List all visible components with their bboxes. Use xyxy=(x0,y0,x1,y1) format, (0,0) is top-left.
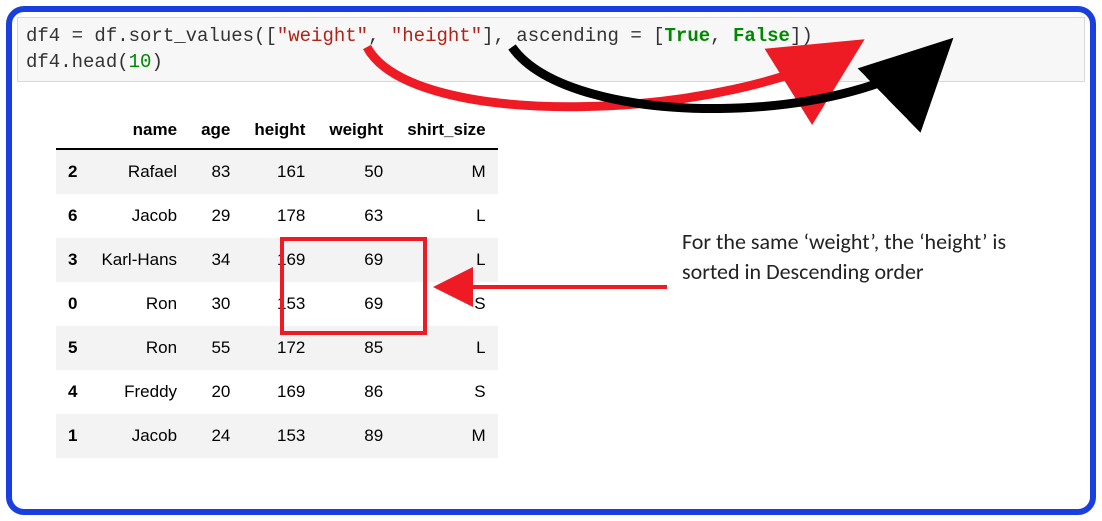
cell: 153 xyxy=(242,414,317,458)
cell: 169 xyxy=(242,370,317,414)
code-text: df4 = df.sort_values([ xyxy=(26,25,277,47)
cell: 85 xyxy=(317,326,395,370)
table-row: 0 Ron 30 153 69 S xyxy=(56,282,498,326)
code-string-height: "height" xyxy=(391,25,482,47)
code-text: ]) xyxy=(790,25,813,47)
col-header: age xyxy=(189,112,242,149)
cell: 83 xyxy=(189,149,242,194)
cell: 29 xyxy=(189,194,242,238)
code-line1: df4 = df.sort_values(["weight", "height"… xyxy=(26,25,813,47)
code-text: df4.head( xyxy=(26,51,129,73)
cell: Ron xyxy=(89,326,189,370)
table-row: 6 Jacob 29 178 63 L xyxy=(56,194,498,238)
table-row: 1 Jacob 24 153 89 M xyxy=(56,414,498,458)
cell: 161 xyxy=(242,149,317,194)
table-row: 4 Freddy 20 169 86 S xyxy=(56,370,498,414)
code-text: ) xyxy=(151,51,162,73)
cell: 63 xyxy=(317,194,395,238)
table-row: 5 Ron 55 172 85 L xyxy=(56,326,498,370)
cell: Ron xyxy=(89,282,189,326)
cell: 86 xyxy=(317,370,395,414)
cell: 50 xyxy=(317,149,395,194)
code-text: , xyxy=(710,25,733,47)
cell: 34 xyxy=(189,238,242,282)
row-index: 1 xyxy=(56,414,89,458)
code-text: , xyxy=(368,25,391,47)
cell: 69 xyxy=(317,282,395,326)
code-text: ], ascending = [ xyxy=(482,25,664,47)
table-row: 3 Karl-Hans 34 169 69 L xyxy=(56,238,498,282)
code-number: 10 xyxy=(129,51,152,73)
col-header: weight xyxy=(317,112,395,149)
col-header: shirt_size xyxy=(395,112,497,149)
cell: S xyxy=(395,282,497,326)
code-string-weight: "weight" xyxy=(277,25,368,47)
col-header: height xyxy=(242,112,317,149)
row-index: 4 xyxy=(56,370,89,414)
cell: S xyxy=(395,370,497,414)
cell: Rafael xyxy=(89,149,189,194)
table-row: 2 Rafael 83 161 50 M xyxy=(56,149,498,194)
cell: 153 xyxy=(242,282,317,326)
cell: L xyxy=(395,238,497,282)
cell: M xyxy=(395,149,497,194)
code-line2: df4.head(10) xyxy=(26,51,163,73)
cell: Jacob xyxy=(89,194,189,238)
cell: 89 xyxy=(317,414,395,458)
cell: 178 xyxy=(242,194,317,238)
index-header xyxy=(56,112,89,149)
code-keyword-true: True xyxy=(665,25,711,47)
row-index: 5 xyxy=(56,326,89,370)
slide-frame: df4 = df.sort_values(["weight", "height"… xyxy=(6,6,1096,515)
cell: 24 xyxy=(189,414,242,458)
annotation-text: For the same ‘weight’, the ‘height’ is s… xyxy=(682,227,1012,286)
dataframe-table: name age height weight shirt_size 2 Rafa… xyxy=(56,112,498,458)
cell: L xyxy=(395,194,497,238)
row-index: 6 xyxy=(56,194,89,238)
cell: 169 xyxy=(242,238,317,282)
cell: Freddy xyxy=(89,370,189,414)
row-index: 3 xyxy=(56,238,89,282)
cell: L xyxy=(395,326,497,370)
cell: 30 xyxy=(189,282,242,326)
row-index: 2 xyxy=(56,149,89,194)
code-block: df4 = df.sort_values(["weight", "height"… xyxy=(17,17,1085,82)
cell: 20 xyxy=(189,370,242,414)
cell: Jacob xyxy=(89,414,189,458)
row-index: 0 xyxy=(56,282,89,326)
col-header: name xyxy=(89,112,189,149)
table-header-row: name age height weight shirt_size xyxy=(56,112,498,149)
dataframe-output: name age height weight shirt_size 2 Rafa… xyxy=(56,112,498,458)
code-keyword-false: False xyxy=(733,25,790,47)
cell: 55 xyxy=(189,326,242,370)
cell: M xyxy=(395,414,497,458)
cell: Karl-Hans xyxy=(89,238,189,282)
cell: 69 xyxy=(317,238,395,282)
cell: 172 xyxy=(242,326,317,370)
